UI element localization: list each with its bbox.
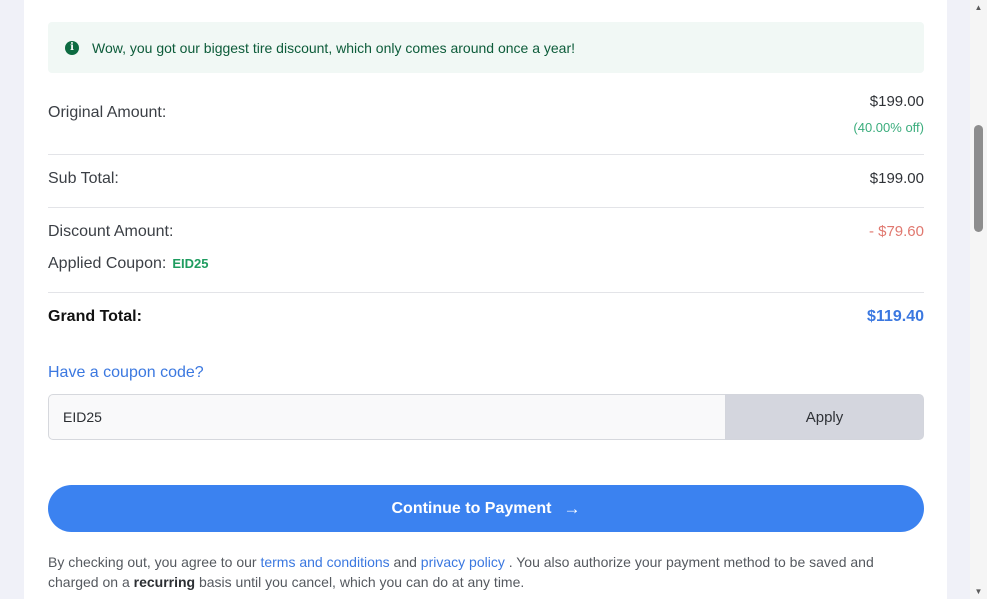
- checkout-legal-text: By checking out, you agree to our terms …: [48, 552, 924, 592]
- grand-total-label: Grand Total:: [48, 308, 142, 325]
- continue-to-payment-label: Continue to Payment: [391, 499, 552, 517]
- discount-amount-label: Discount Amount:: [48, 223, 174, 240]
- divider: [48, 292, 924, 293]
- subtotal-label: Sub Total:: [48, 170, 119, 187]
- applied-coupon-row: Applied Coupon: EID25: [48, 255, 208, 273]
- order-summary-card: i Wow, you got our biggest tire discount…: [24, 0, 947, 599]
- subtotal-value: $199.00: [869, 170, 924, 187]
- discount-alert: i Wow, you got our biggest tire discount…: [48, 22, 924, 73]
- vertical-scrollbar[interactable]: ▲ ▼: [970, 0, 987, 599]
- original-amount-label: Original Amount:: [48, 104, 167, 121]
- discount-amount-value: - $79.60: [868, 223, 924, 240]
- arrow-right-icon: →: [563, 498, 581, 518]
- legal-recurring: recurring: [133, 574, 196, 590]
- scroll-down-arrow-icon[interactable]: ▼: [970, 584, 987, 599]
- applied-coupon-label: Applied Coupon:: [48, 255, 167, 272]
- coupon-code-input[interactable]: [48, 394, 725, 440]
- checkout-page: i Wow, you got our biggest tire discount…: [0, 0, 987, 599]
- coupon-form: Apply: [48, 394, 924, 440]
- have-coupon-link[interactable]: Have a coupon code?: [48, 364, 204, 382]
- applied-coupon-code: EID25: [172, 256, 209, 271]
- continue-to-payment-button[interactable]: Continue to Payment →: [48, 485, 924, 532]
- original-amount-value: $199.00: [869, 93, 924, 110]
- terms-and-conditions-link[interactable]: terms and conditions: [260, 554, 389, 570]
- discount-percent-note: (40.00% off): [853, 120, 924, 135]
- legal-suffix: basis until you cancel, which you can do…: [198, 574, 525, 590]
- grand-total-value: $119.40: [867, 308, 924, 325]
- alert-text: Wow, you got our biggest tire discount, …: [92, 39, 576, 56]
- scrollbar-thumb[interactable]: [974, 125, 983, 232]
- info-circle-icon: i: [65, 40, 79, 55]
- apply-coupon-button[interactable]: Apply: [725, 394, 924, 440]
- legal-prefix: By checking out, you agree to our: [48, 554, 257, 570]
- divider: [48, 207, 924, 208]
- legal-and: and: [393, 554, 417, 570]
- divider: [48, 154, 924, 155]
- scroll-up-arrow-icon[interactable]: ▲: [970, 0, 987, 15]
- privacy-policy-link[interactable]: privacy policy: [421, 554, 505, 570]
